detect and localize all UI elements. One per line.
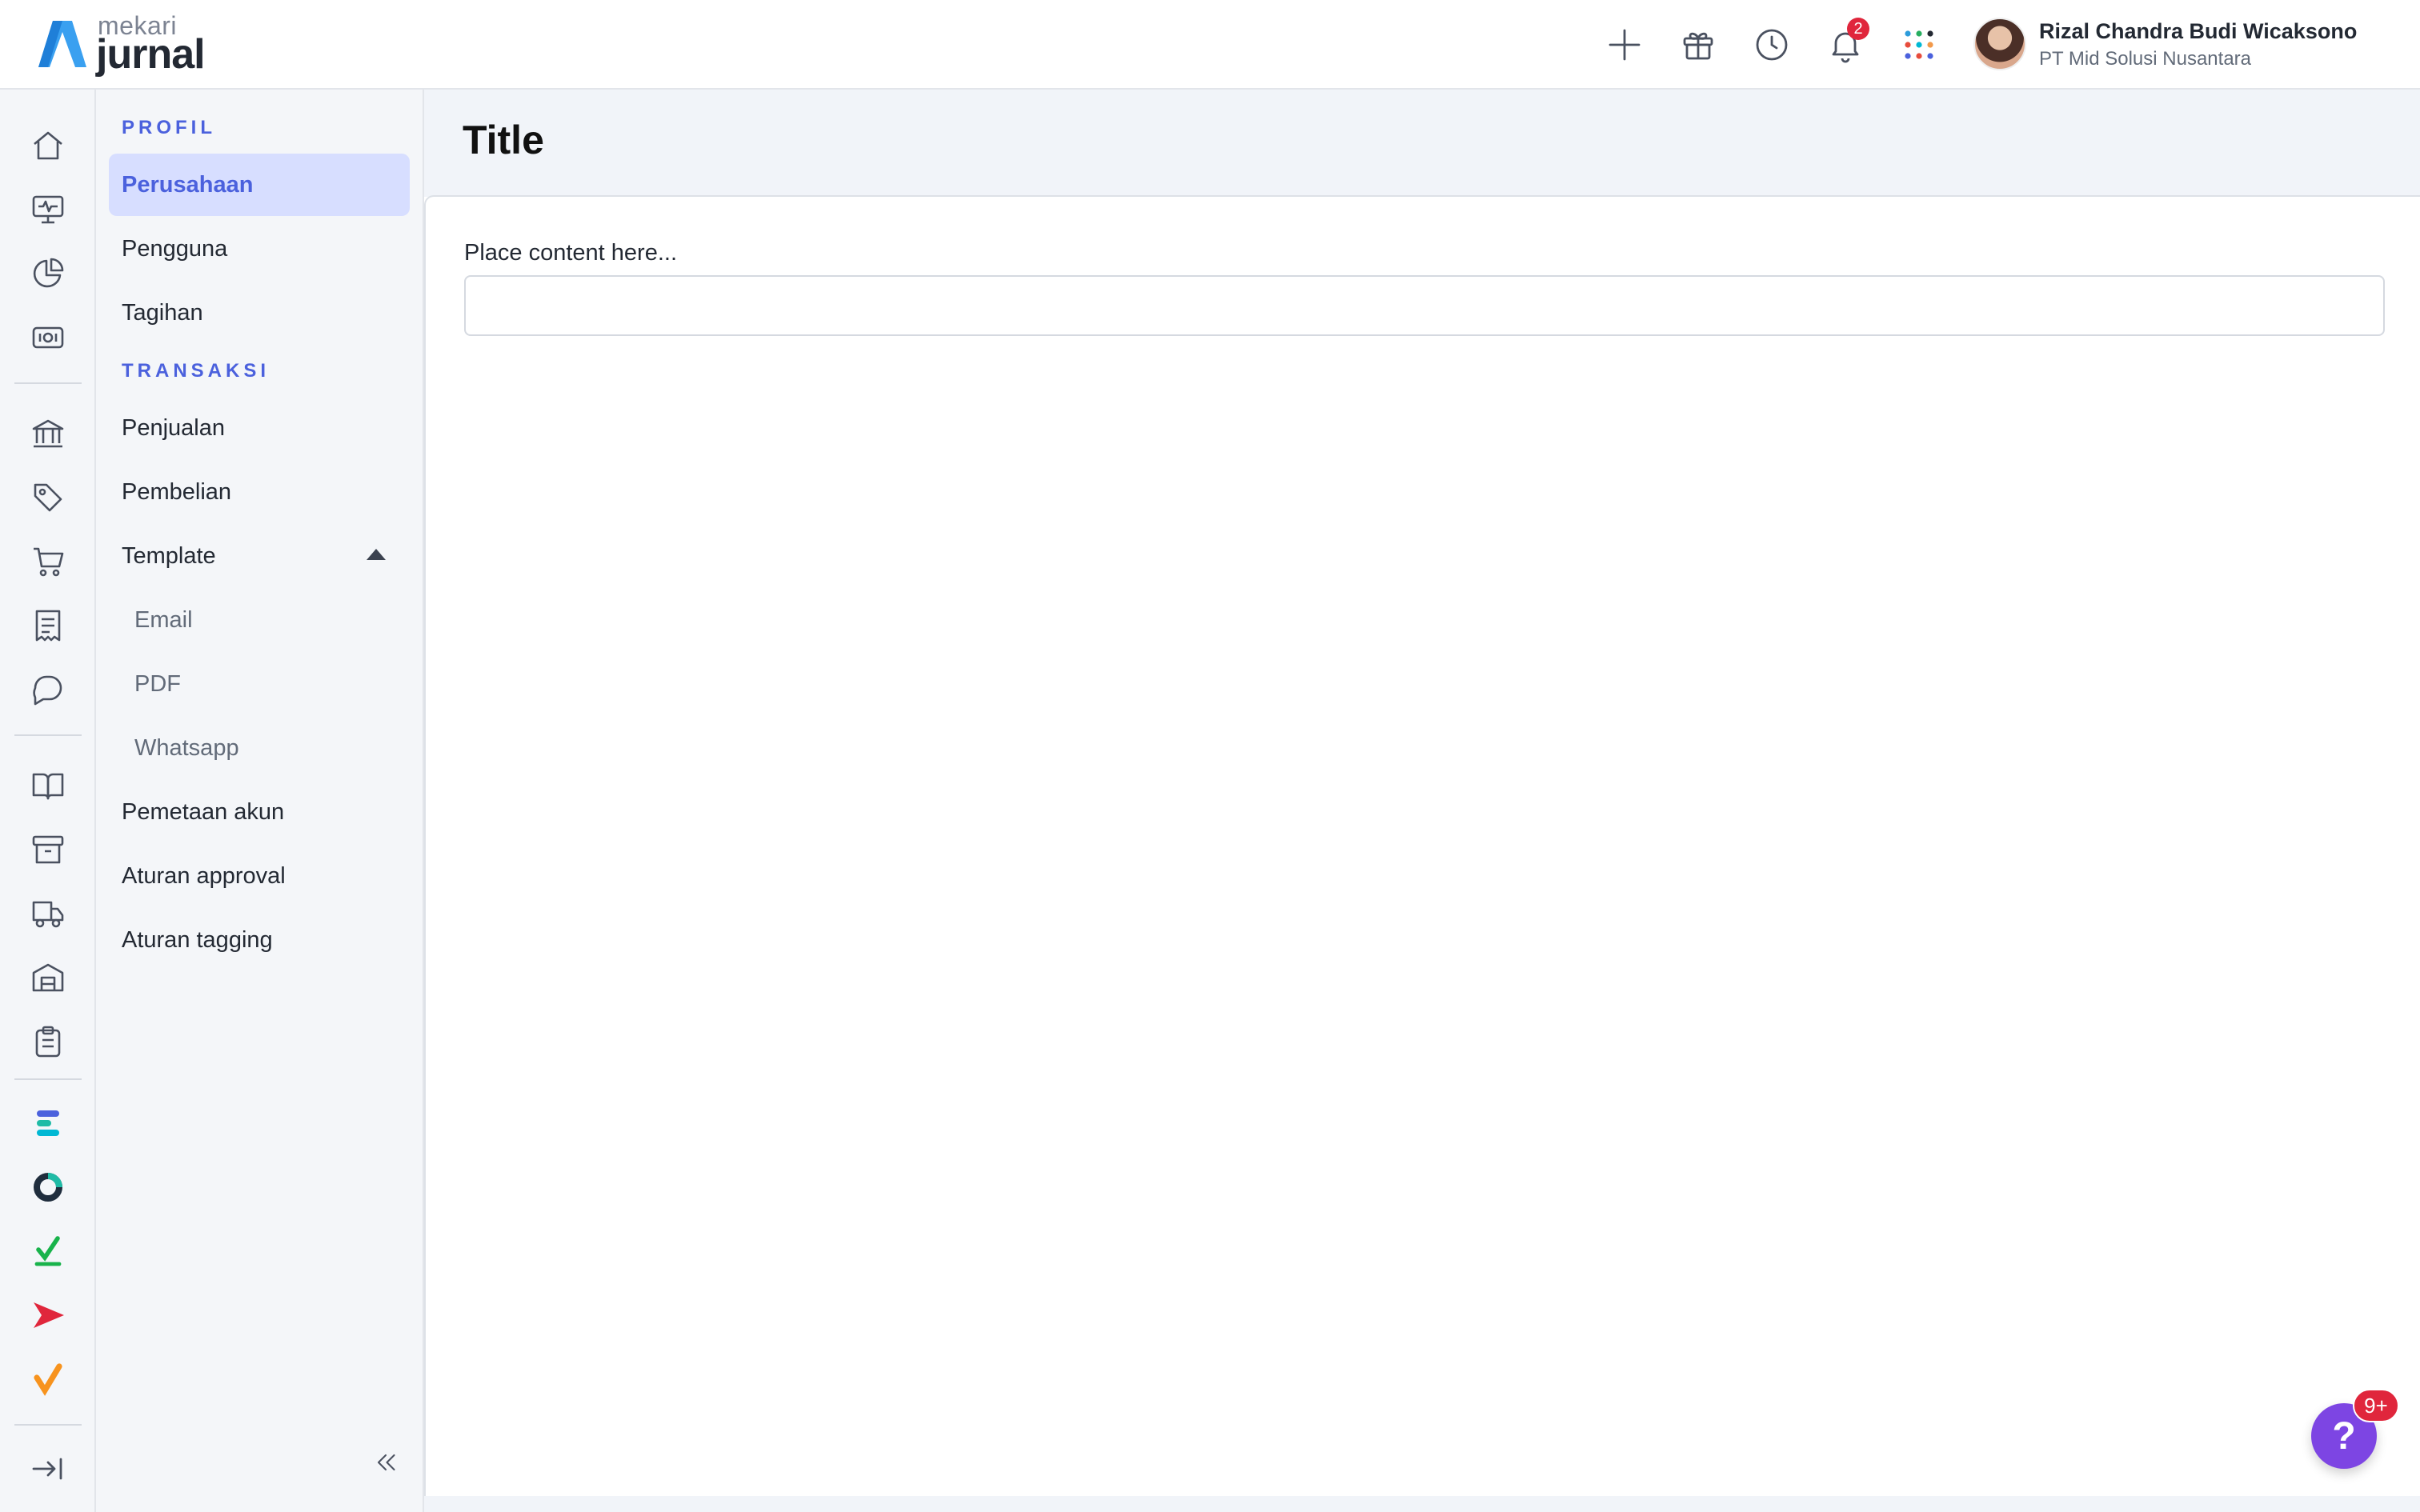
mekari-flex-icon[interactable] bbox=[24, 1163, 72, 1211]
mekari-expense-icon[interactable] bbox=[24, 1099, 72, 1147]
content-header: Title bbox=[424, 90, 2420, 197]
notification-badge: 2 bbox=[1847, 18, 1869, 40]
bottom-strip bbox=[424, 1496, 2420, 1512]
help-badge: 9+ bbox=[2353, 1389, 2399, 1422]
user-company: PT Mid Solusi Nusantara bbox=[2039, 48, 2252, 70]
monitor-pulse-icon[interactable] bbox=[24, 186, 72, 234]
sidebar-subitem-email[interactable]: Email bbox=[109, 589, 410, 651]
sidebar-item-tagihan[interactable]: Tagihan bbox=[109, 282, 410, 344]
top-bar: mekari jurnal 2 Rizal Chandra Budi Wicak… bbox=[0, 0, 2420, 90]
mekari-talenta-icon[interactable] bbox=[24, 1227, 72, 1275]
archive-icon[interactable] bbox=[24, 826, 72, 874]
settings-sidebar: PROFIL Perusahaan Pengguna Tagihan TRANS… bbox=[96, 90, 424, 1512]
caret-up-icon bbox=[367, 549, 386, 560]
receipt-icon[interactable] bbox=[24, 602, 72, 650]
bank-icon[interactable] bbox=[24, 410, 72, 458]
expand-right-icon[interactable] bbox=[24, 1445, 72, 1493]
tag-icon[interactable] bbox=[24, 474, 72, 522]
plus-icon[interactable] bbox=[1599, 19, 1650, 70]
sidebar-item-pengguna[interactable]: Pengguna bbox=[109, 218, 410, 280]
sidebar-subitem-pdf[interactable]: PDF bbox=[109, 653, 410, 715]
clock-icon[interactable] bbox=[1746, 19, 1797, 70]
mekari-logo-icon bbox=[38, 21, 86, 67]
cart-icon[interactable] bbox=[24, 538, 72, 586]
chat-icon[interactable] bbox=[24, 666, 72, 714]
apps-grid-icon[interactable] bbox=[1893, 19, 1945, 70]
rail-divider bbox=[14, 1078, 82, 1080]
logo-jurnal-text: jurnal bbox=[96, 31, 206, 78]
content-input[interactable] bbox=[464, 275, 2385, 336]
pie-chart-icon[interactable] bbox=[24, 250, 72, 298]
sidebar-item-pemetaan-akun[interactable]: Pemetaan akun bbox=[109, 781, 410, 843]
book-icon[interactable] bbox=[24, 762, 72, 810]
sidebar-subitem-whatsapp[interactable]: Whatsapp bbox=[109, 717, 410, 779]
sidebar-item-perusahaan[interactable]: Perusahaan bbox=[109, 154, 410, 216]
content-label: Place content here... bbox=[464, 240, 677, 266]
sidebar-item-aturan-tagging[interactable]: Aturan tagging bbox=[109, 909, 410, 971]
mekari-qontak-icon[interactable] bbox=[24, 1291, 72, 1339]
warehouse-icon[interactable] bbox=[24, 954, 72, 1002]
clipboard-icon[interactable] bbox=[24, 1018, 72, 1066]
rail-divider bbox=[14, 382, 82, 384]
sidebar-item-penjualan[interactable]: Penjualan bbox=[109, 397, 410, 459]
user-name[interactable]: Rizal Chandra Budi Wicaksono bbox=[2039, 19, 2357, 44]
sidebar-item-aturan-approval[interactable]: Aturan approval bbox=[109, 845, 410, 907]
page-title: Title bbox=[463, 118, 544, 162]
gift-icon[interactable] bbox=[1673, 19, 1724, 70]
collapse-sidebar-icon[interactable] bbox=[363, 1440, 408, 1485]
content-card: Place content here... bbox=[424, 195, 2420, 1496]
truck-icon[interactable] bbox=[24, 890, 72, 938]
sidebar-item-pembelian[interactable]: Pembelian bbox=[109, 461, 410, 523]
avatar[interactable] bbox=[1973, 18, 2026, 70]
rail-divider bbox=[14, 1424, 82, 1426]
rail-divider bbox=[14, 734, 82, 736]
icon-rail bbox=[0, 90, 96, 1512]
sidebar-item-template[interactable]: Template bbox=[109, 525, 410, 587]
section-label-profil: PROFIL bbox=[122, 117, 216, 138]
money-icon[interactable] bbox=[24, 314, 72, 362]
mekari-klikpajak-icon[interactable] bbox=[24, 1355, 72, 1403]
bell-icon[interactable]: 2 bbox=[1820, 18, 1871, 70]
sidebar-item-template-label: Template bbox=[122, 542, 216, 569]
section-label-transaksi: TRANSAKSI bbox=[122, 360, 270, 382]
home-icon[interactable] bbox=[24, 122, 72, 170]
